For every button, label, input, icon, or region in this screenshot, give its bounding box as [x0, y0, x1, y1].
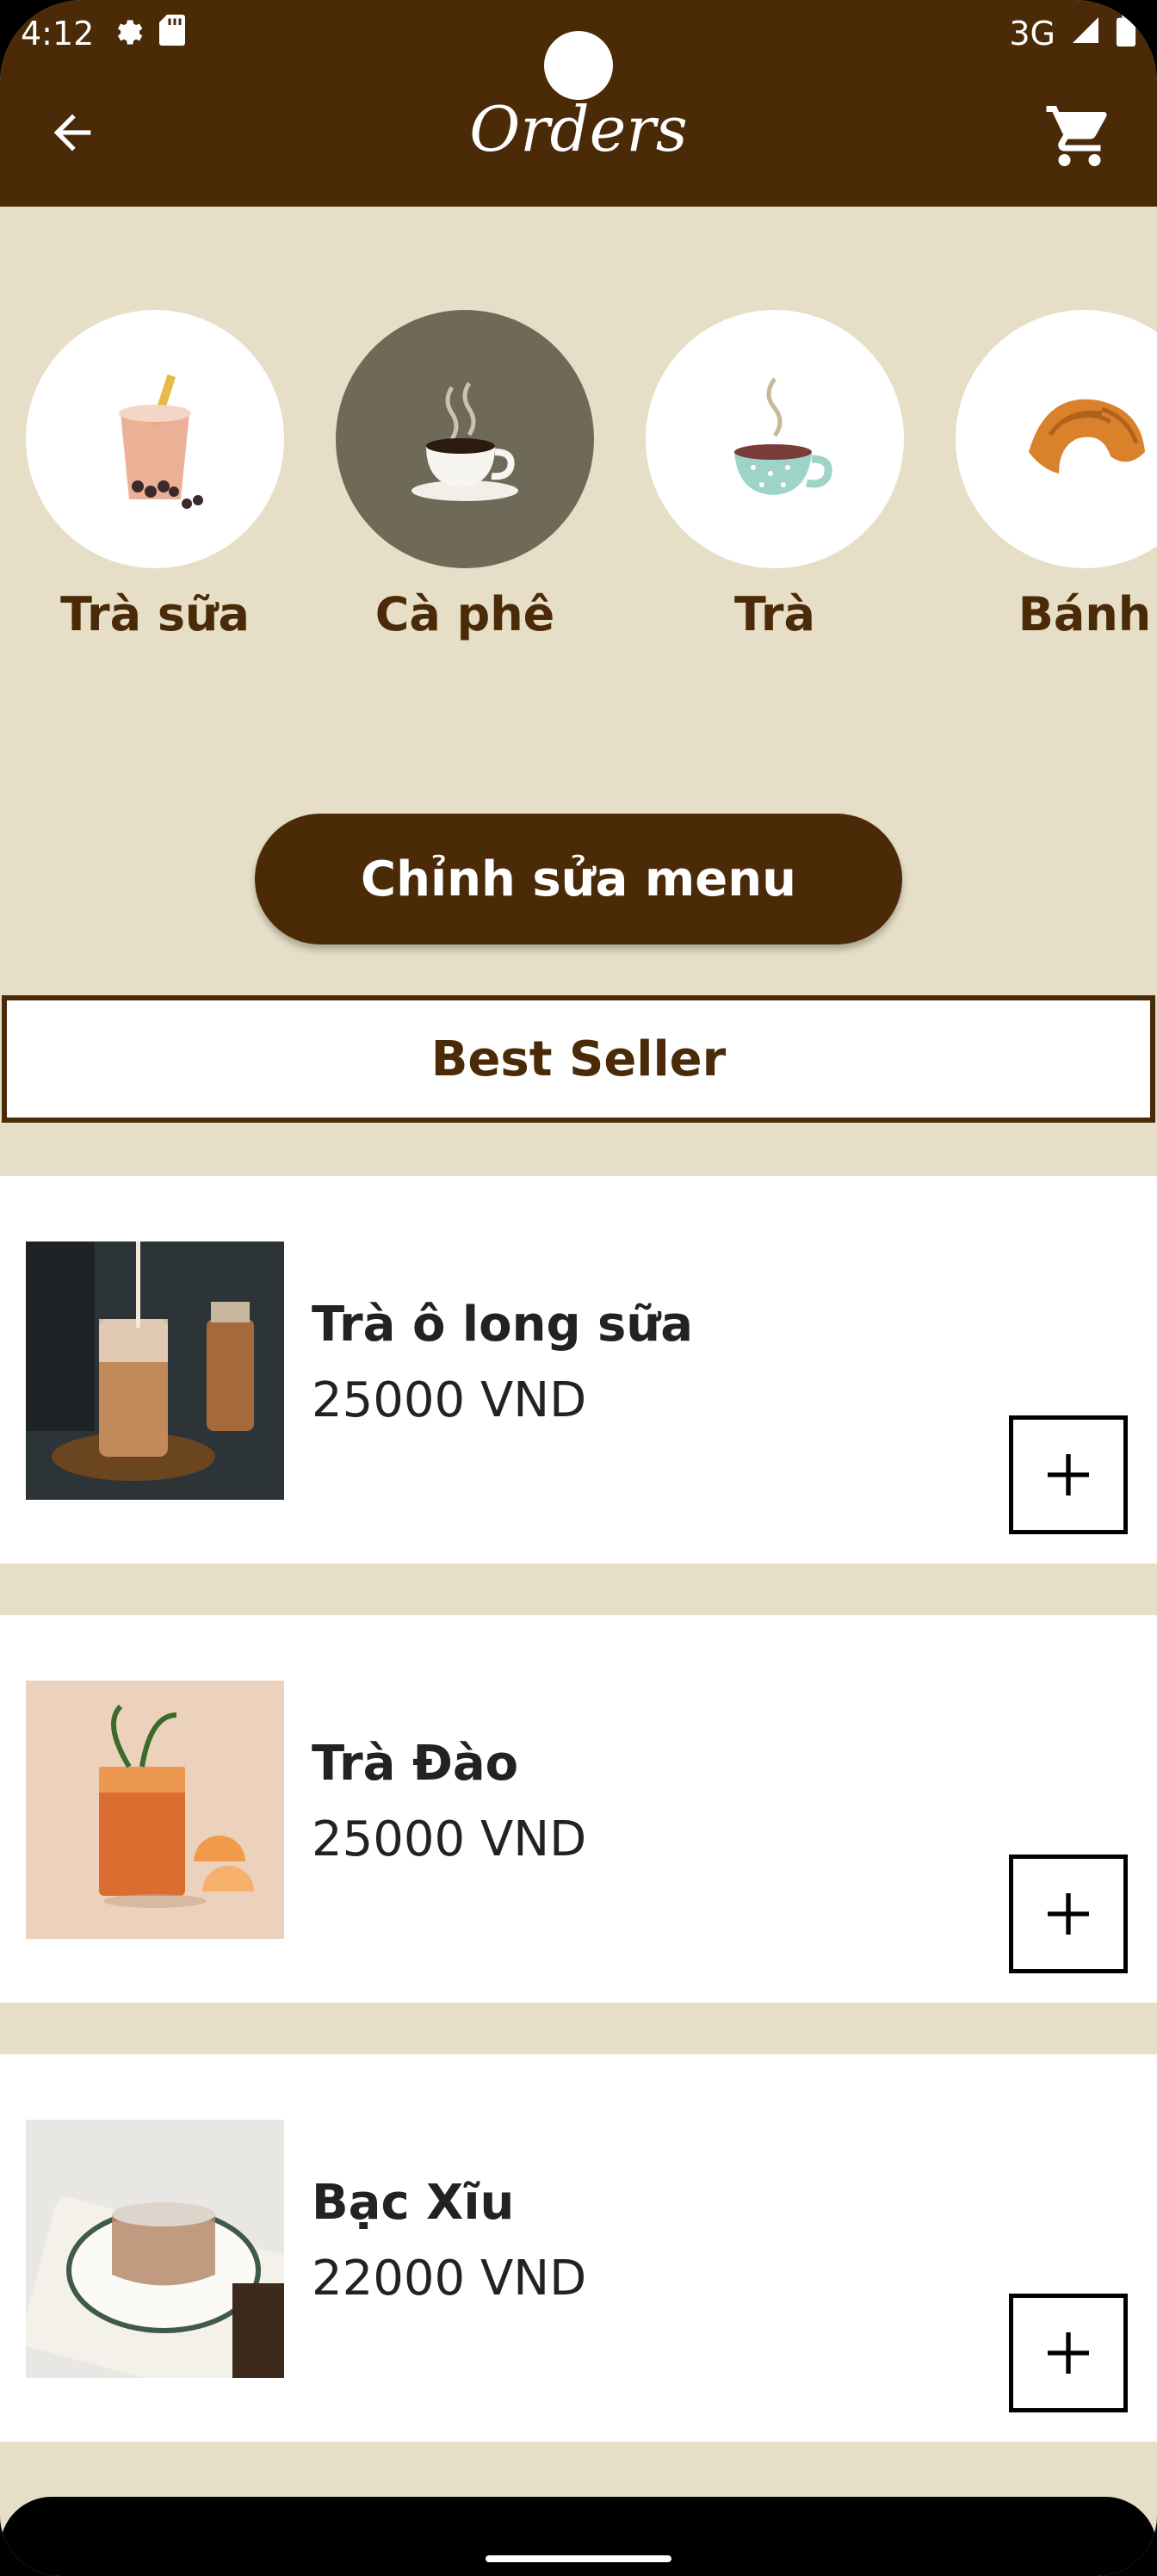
category-circle	[336, 310, 594, 568]
add-to-cart-button[interactable]	[1009, 1855, 1128, 1973]
product-name: Trà Đào	[312, 1736, 519, 1792]
bubble-tea-icon	[119, 374, 203, 509]
product-price: 25000 VND	[312, 1811, 587, 1867]
app-screen: 4:12 3G Orders Trà sữa Cà phê Trà Bánh C…	[0, 0, 1157, 2576]
plus-icon	[1048, 2332, 1089, 2374]
product-item[interactable]: Trà ô long sữa 25000 VND	[0, 1176, 1157, 1564]
category-circle	[956, 310, 1157, 568]
status-time: 4:12	[21, 15, 95, 53]
category-circle	[646, 310, 904, 568]
camera-cutout	[544, 31, 613, 100]
product-item[interactable]: Bạc Xĩu 22000 VND	[0, 2054, 1157, 2442]
croissant-icon	[1029, 399, 1145, 474]
settings-icon	[113, 15, 144, 53]
page-title: Orders	[469, 93, 688, 165]
category-label: Trà	[734, 587, 815, 641]
add-to-cart-button[interactable]	[1009, 2294, 1128, 2412]
product-image	[26, 1242, 284, 1500]
category-ca-phe[interactable]: Cà phê	[336, 310, 594, 641]
product-image	[26, 2120, 284, 2378]
category-circle	[26, 310, 284, 568]
category-label: Bánh	[1018, 587, 1152, 641]
shopping-cart-icon	[1046, 106, 1107, 166]
category-label: Cà phê	[374, 587, 555, 641]
product-price: 25000 VND	[312, 1372, 587, 1428]
product-name: Trà ô long sữa	[312, 1297, 694, 1353]
edit-menu-button[interactable]: Chỉnh sửa menu	[255, 814, 902, 944]
category-banh[interactable]: Bánh	[956, 310, 1157, 641]
battery-icon	[1116, 13, 1136, 54]
home-indicator[interactable]	[486, 2555, 671, 2562]
product-name: Bạc Xĩu	[312, 2175, 515, 2231]
tea-cup-icon	[734, 377, 832, 495]
navigation-bar	[0, 2497, 1157, 2576]
category-list: Trà sữa Cà phê Trà Bánh	[26, 310, 1157, 654]
plus-icon	[1048, 1454, 1089, 1495]
category-label: Trà sữa	[60, 587, 250, 641]
add-to-cart-button[interactable]	[1009, 1415, 1128, 1534]
network-type: 3G	[1009, 15, 1055, 53]
product-item[interactable]: Trà Đào 25000 VND	[0, 1615, 1157, 2003]
product-price: 22000 VND	[312, 2251, 587, 2307]
product-image	[26, 1681, 284, 1939]
plus-icon	[1048, 1893, 1089, 1935]
signal-icon	[1069, 15, 1102, 53]
coffee-cup-icon	[411, 381, 518, 501]
best-seller-tab[interactable]: Best Seller	[2, 995, 1155, 1123]
sd-card-icon	[159, 14, 186, 53]
cart-button[interactable]	[1036, 93, 1123, 179]
app-bar: 4:12 3G Orders	[0, 0, 1157, 207]
category-tra[interactable]: Trà	[646, 310, 904, 641]
category-tra-sua[interactable]: Trà sữa	[26, 310, 284, 641]
